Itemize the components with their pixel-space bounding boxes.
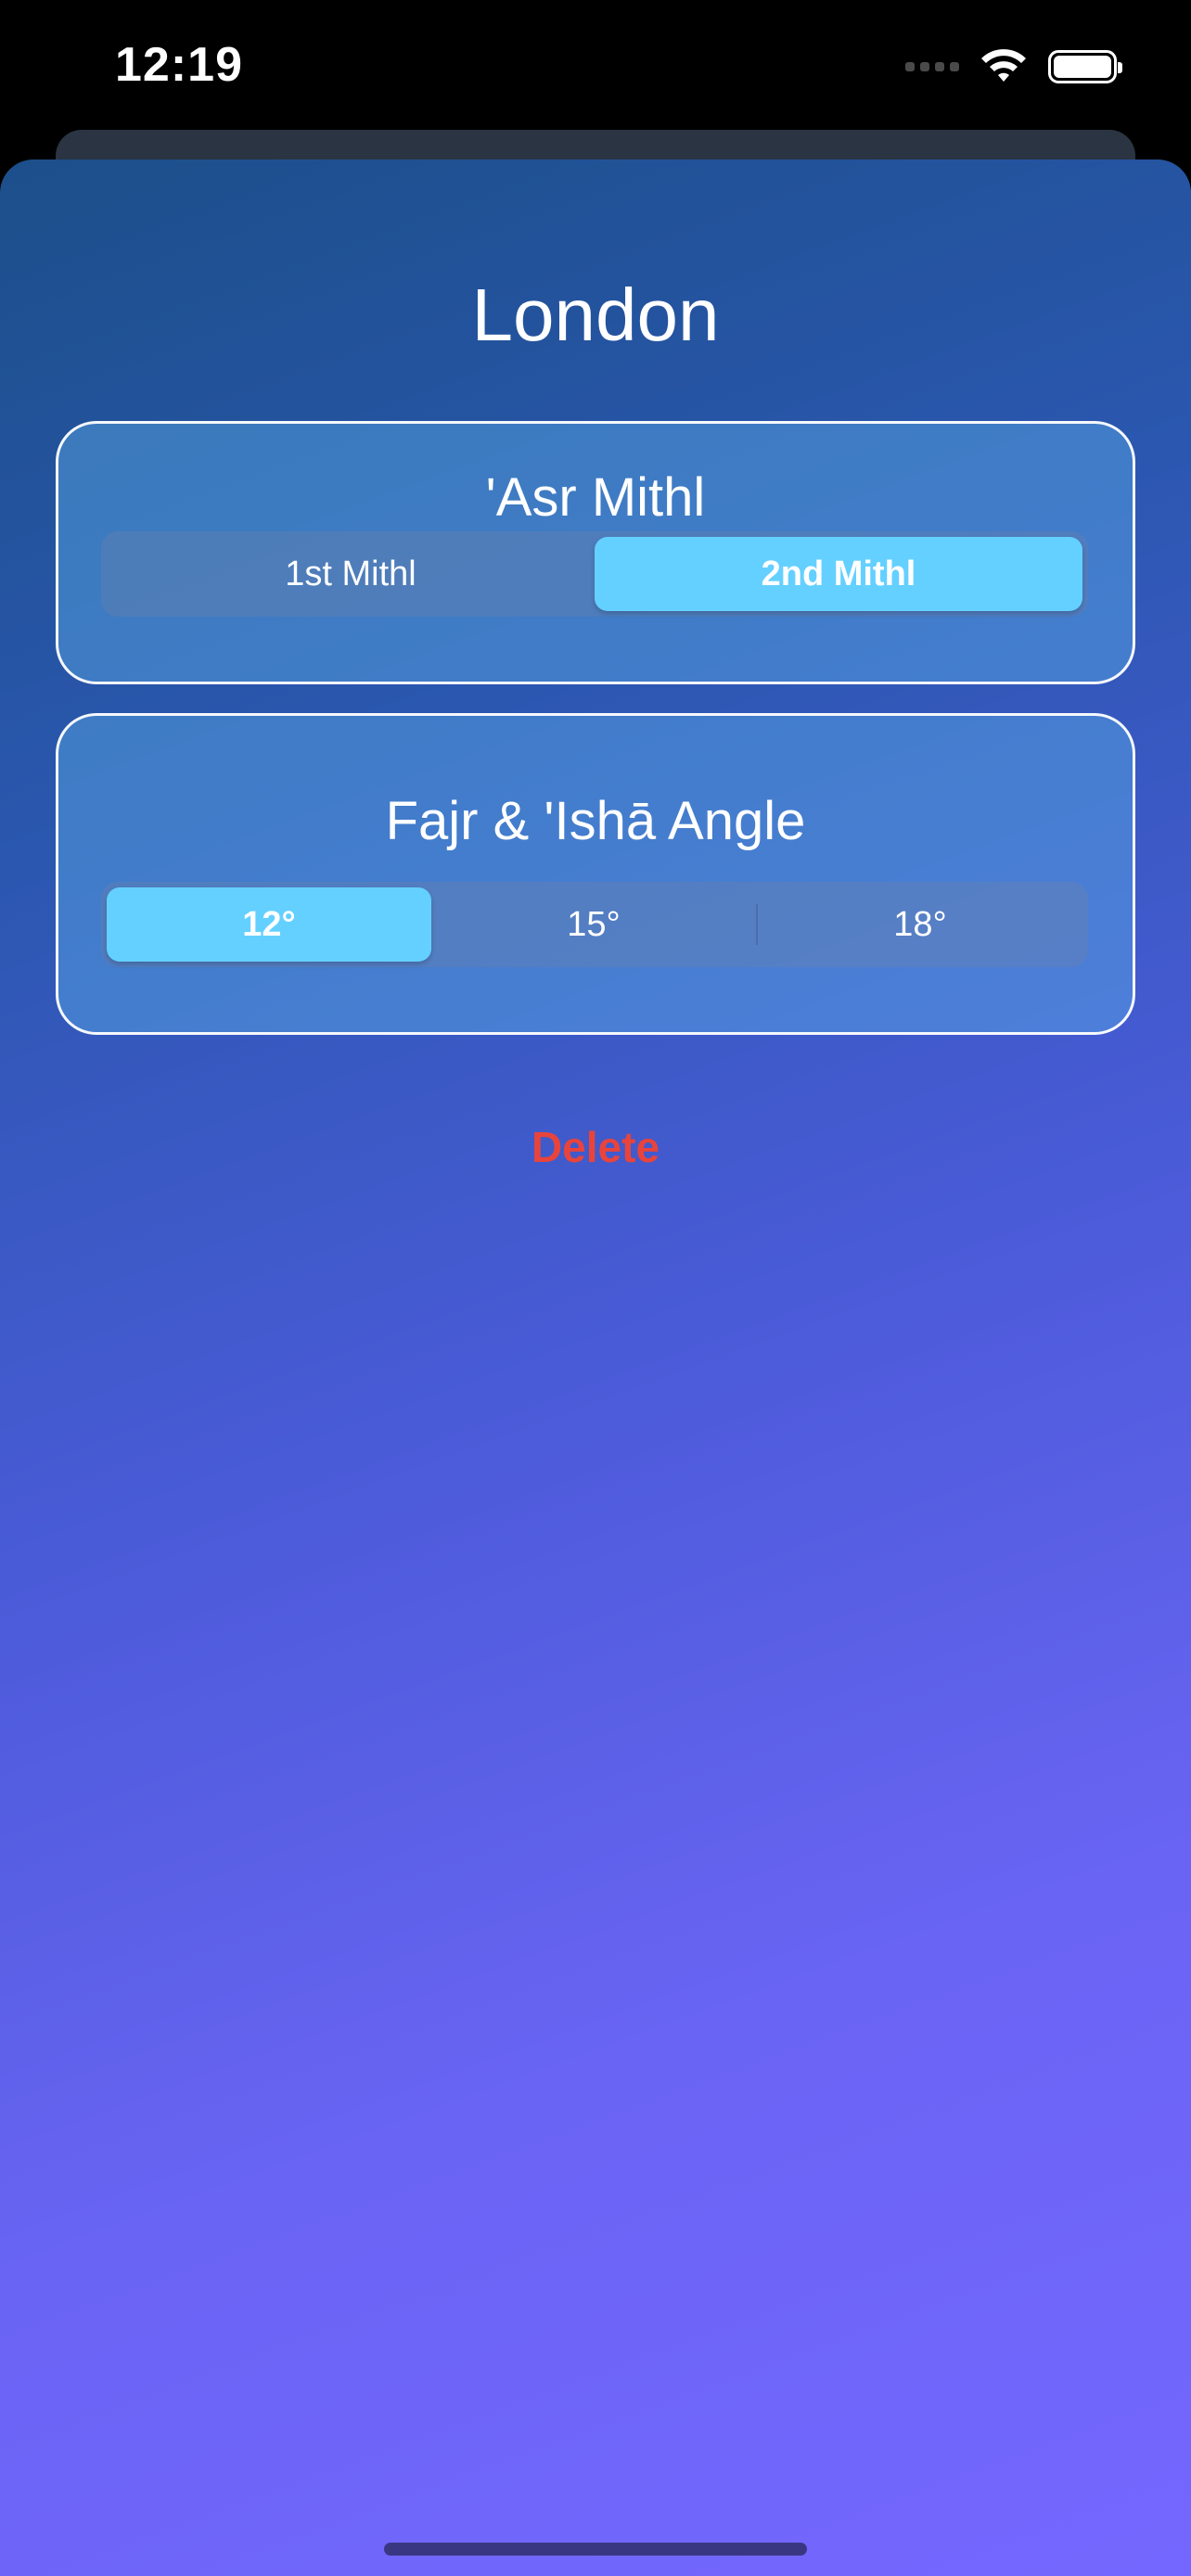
asr-mithl-card: 'Asr Mithl 1st Mithl 2nd Mithl [56, 421, 1135, 684]
segment-1st-mithl[interactable]: 1st Mithl [107, 537, 595, 611]
battery-level [1054, 56, 1111, 78]
segment-2nd-mithl[interactable]: 2nd Mithl [595, 537, 1082, 611]
screen: 12:19 London 'Asr Mithl 1st Mithl 2nd Mi… [0, 0, 1191, 2576]
settings-sheet: London 'Asr Mithl 1st Mithl 2nd Mithl Fa… [0, 159, 1191, 2576]
home-indicator[interactable] [384, 2543, 807, 2556]
fajr-isha-angle-segmented-control: 12° 15° 18° [101, 882, 1088, 967]
segment-18-degrees[interactable]: 18° [758, 887, 1082, 962]
status-time: 12:19 [115, 38, 243, 92]
battery-icon [1048, 50, 1122, 83]
asr-mithl-title: 'Asr Mithl [485, 467, 706, 528]
fajr-isha-angle-title: Fajr & 'Ishā Angle [385, 791, 806, 851]
segment-12-degrees[interactable]: 12° [107, 887, 431, 962]
segment-15-degrees[interactable]: 15° [431, 887, 756, 962]
status-indicators [905, 46, 1122, 87]
status-bar: 12:19 [0, 0, 1191, 130]
delete-button[interactable]: Delete [0, 1122, 1191, 1172]
page-title: London [471, 274, 720, 356]
fajr-isha-angle-card: Fajr & 'Ishā Angle 12° 15° 18° [56, 713, 1135, 1035]
cellular-signal-icon [905, 62, 959, 71]
wifi-icon [981, 49, 1026, 82]
asr-mithl-segmented-control: 1st Mithl 2nd Mithl [101, 531, 1088, 617]
